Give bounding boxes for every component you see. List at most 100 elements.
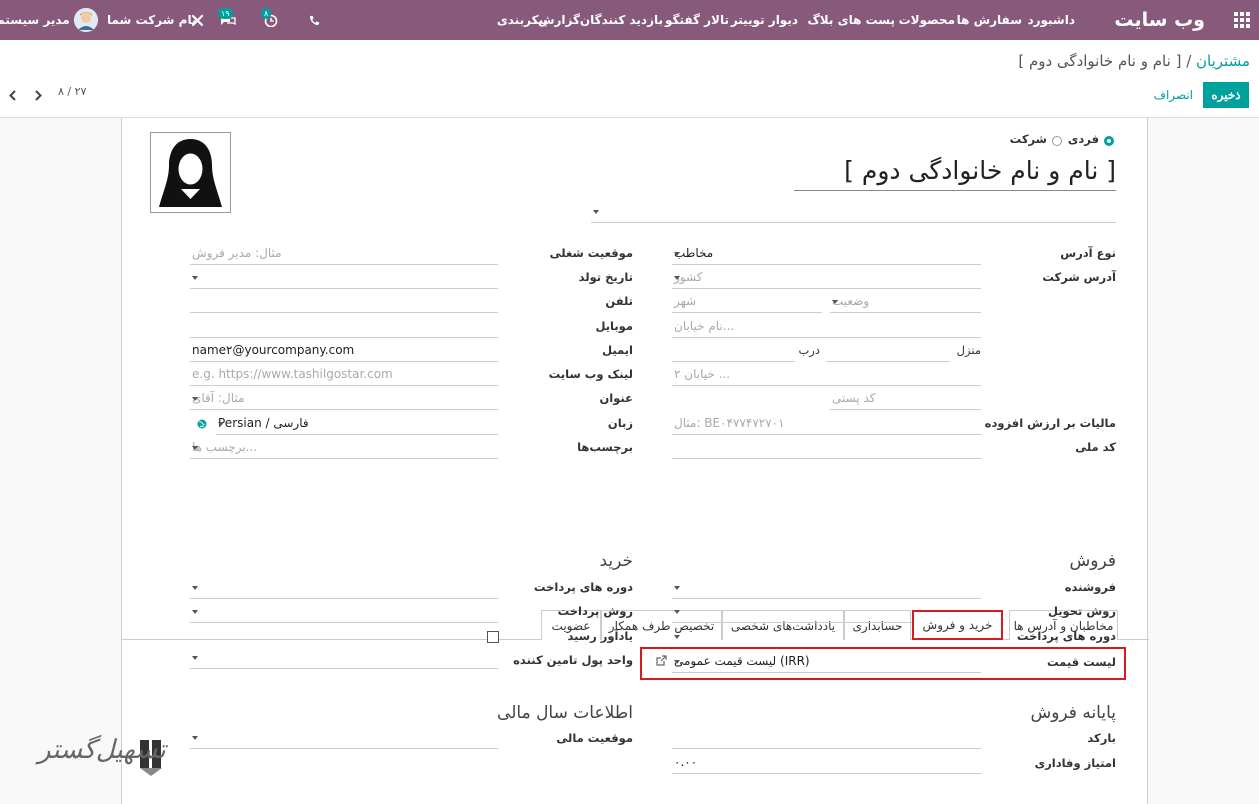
label-door: درب <box>798 343 820 357</box>
label-national-code: کد ملی <box>1075 440 1116 454</box>
label-vat: مالیات بر ارزش افزوده <box>984 416 1116 430</box>
vat-placeholder: مثال: BE۰۴۷۷۴۷۲۷۰۱ <box>674 416 785 430</box>
section-fiscal-title: اطلاعات سال مالی <box>497 703 633 723</box>
state-select[interactable]: وضعیت <box>830 291 981 313</box>
label-supplier-currency: واحد پول تامین کننده <box>513 653 633 667</box>
label-receipt-reminder: یادآور رسید <box>567 629 633 643</box>
company-switcher[interactable]: نام شرکت شما <box>107 0 196 40</box>
radio-individual[interactable] <box>1104 136 1114 146</box>
activities-button[interactable]: ۸ <box>261 0 278 40</box>
label-birthdate: تاریخ تولد <box>578 270 633 284</box>
language-globe-button[interactable] <box>197 418 207 432</box>
dropdown-caret-icon <box>674 635 680 639</box>
apps-menu-button[interactable] <box>1234 0 1250 40</box>
label-company-address: آدرس شرکت <box>1042 270 1116 284</box>
menu-orders[interactable]: سفارش ها <box>957 0 1022 40</box>
fiscal-position-select[interactable] <box>190 727 498 749</box>
dropdown-caret-icon <box>218 422 224 426</box>
street-placeholder: نام خیابان... <box>674 319 735 333</box>
country-select[interactable]: کشور <box>672 267 981 289</box>
menu-blog-posts[interactable]: پست های بلاگ <box>807 0 895 40</box>
menu-visitors[interactable]: بازدید کنندگان <box>580 0 663 40</box>
avatar-icon <box>73 8 98 32</box>
address-type-select[interactable]: مخاطب <box>672 243 981 265</box>
menu-forum[interactable]: تالار گفتگو <box>665 0 729 40</box>
pricelist-external-link-button[interactable] <box>656 655 667 669</box>
label-address-type: نوع آدرس <box>1060 246 1116 260</box>
language-select[interactable]: Persian / فارسی <box>216 413 498 435</box>
pricelist-select[interactable]: لیست قیمت عمومی (IRR) <box>672 651 981 673</box>
phone-icon <box>309 15 320 25</box>
language-value: Persian / فارسی <box>218 416 309 430</box>
pager-next-button[interactable] <box>30 86 46 104</box>
door-input[interactable] <box>672 340 795 362</box>
label-mobile: موبایل <box>595 319 633 333</box>
discard-button[interactable]: انصراف <box>1154 82 1193 108</box>
tab-sales-purchase[interactable]: خرید و فروش <box>912 610 1003 640</box>
label-house: منزل <box>956 343 981 357</box>
dropdown-caret-icon <box>192 446 198 450</box>
radio-company[interactable] <box>1052 136 1062 146</box>
partner-name-input[interactable]: [ نام و نام خانوادگی دوم ] <box>794 156 1116 191</box>
birthdate-select[interactable] <box>190 267 498 289</box>
dropdown-caret-icon <box>593 210 599 214</box>
supplier-currency-select[interactable] <box>190 647 498 669</box>
national-code-input[interactable] <box>672 437 981 459</box>
partner-photo[interactable] <box>150 132 231 213</box>
messages-button[interactable]: ۱۹ <box>218 0 236 40</box>
dropdown-caret-icon <box>674 610 680 614</box>
form-sheet: فردی شرکت [ نام و نام خانوادگی دوم ] نوع… <box>121 118 1149 804</box>
label-fiscal-position: موقعیت مالی <box>556 731 633 745</box>
dropdown-caret-icon <box>832 300 838 304</box>
title-placeholder: مثال: آقای <box>192 391 245 405</box>
pricelist-value: لیست قیمت عمومی (IRR) <box>674 654 810 668</box>
user-menu[interactable]: مدیر سیستم <box>0 0 98 40</box>
website-input[interactable]: e.g. https://www.tashilgostar.com <box>190 364 498 386</box>
loyalty-points-value: ۰.۰۰ <box>674 755 698 769</box>
menu-configuration[interactable]: پیکربندی <box>497 0 548 40</box>
section-purchase-title: خرید <box>599 551 633 571</box>
label-purchase-payment-terms: دوره های پرداخت <box>533 580 633 594</box>
barcode-input[interactable] <box>672 727 981 749</box>
tags-select[interactable]: برچسب ها... <box>190 437 498 459</box>
street-input[interactable]: نام خیابان... <box>672 316 981 338</box>
purchase-payment-terms-select[interactable] <box>190 577 498 599</box>
breadcrumb-customers-link[interactable]: مشتریان <box>1196 52 1250 70</box>
loyalty-points-input[interactable]: ۰.۰۰ <box>672 752 981 774</box>
job-position-input[interactable]: مثال: مدیر فروش <box>190 243 498 265</box>
dropdown-caret-icon <box>674 252 680 256</box>
salesperson-select[interactable] <box>672 577 981 599</box>
parent-company-select[interactable] <box>591 201 1116 223</box>
dropdown-caret-icon <box>192 586 198 590</box>
pager-previous-button[interactable] <box>5 86 21 104</box>
label-website: لینک وب سایت <box>548 367 633 381</box>
menu-products[interactable]: محصولات <box>899 0 955 40</box>
menu-twitter-wall[interactable]: دیوار توییتر <box>731 0 798 40</box>
section-pos-title: پایانه فروش <box>1030 703 1116 723</box>
street2-placeholder: خیابان ۲ ... <box>674 367 731 381</box>
phone-button[interactable] <box>309 0 320 40</box>
label-delivery-method: روش تحویل <box>1047 604 1116 618</box>
zip-input[interactable]: کد پستی <box>830 388 981 410</box>
globe-icon <box>197 419 207 429</box>
menu-dashboard[interactable]: داشبورد <box>1027 0 1075 40</box>
app-brand[interactable]: وب سایت <box>1114 0 1205 40</box>
breadcrumb: مشتریان / [ نام و نام خانوادگی دوم ] <box>1018 52 1250 70</box>
save-button[interactable]: ذخیره <box>1203 82 1249 108</box>
city-input[interactable]: شهر <box>672 291 822 313</box>
messages-badge: ۱۹ <box>218 8 233 19</box>
control-panel: مشتریان / [ نام و نام خانوادگی دوم ] ذخی… <box>0 40 1259 118</box>
title-select[interactable]: مثال: آقای <box>190 388 498 410</box>
email-input[interactable]: name۲@yourcompany.com <box>190 340 498 362</box>
phone-input[interactable] <box>190 291 498 313</box>
payment-method-select[interactable] <box>190 601 498 623</box>
radio-company-label[interactable]: شرکت <box>1010 132 1047 146</box>
house-input[interactable] <box>826 340 950 362</box>
street2-input[interactable]: خیابان ۲ ... <box>672 364 981 386</box>
receipt-reminder-checkbox[interactable] <box>487 631 499 643</box>
vat-input[interactable]: مثال: BE۰۴۷۷۴۷۲۷۰۱ <box>672 413 981 435</box>
pager-counter[interactable]: ۸ / ۲۷ <box>58 85 86 98</box>
mobile-input[interactable] <box>190 316 498 338</box>
user-avatar <box>73 8 98 32</box>
radio-individual-label[interactable]: فردی <box>1068 132 1099 146</box>
